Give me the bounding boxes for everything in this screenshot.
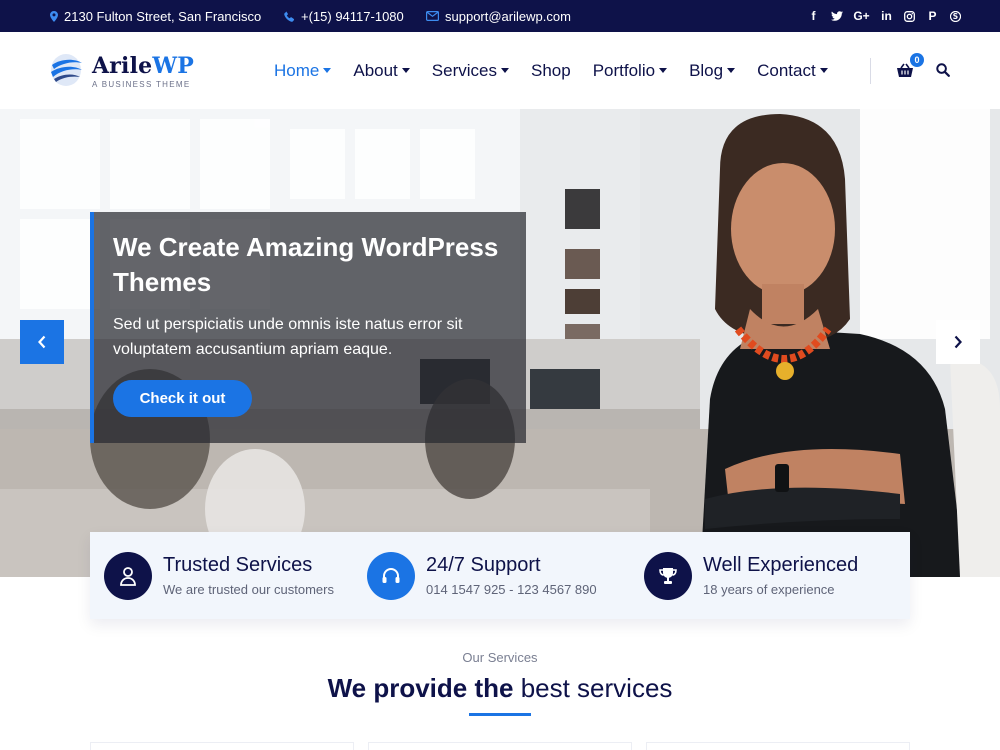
hero-title: We Create Amazing WordPress Themes xyxy=(113,232,499,297)
shopping-basket-icon xyxy=(897,63,913,77)
svg-text:S: S xyxy=(953,12,958,21)
nav-item-services[interactable]: Services xyxy=(432,61,509,81)
caret-down-icon xyxy=(500,68,509,73)
header-divider xyxy=(870,58,871,84)
trophy-icon xyxy=(659,568,677,584)
nav-item-portfolio[interactable]: Portfolio xyxy=(592,60,668,81)
phone-text: +(15) 94117-1080 xyxy=(301,8,404,24)
facebook-icon[interactable]: f xyxy=(807,10,820,22)
feature-icon-circle xyxy=(104,552,152,600)
caret-down-icon xyxy=(323,68,332,73)
nav-label: Blog xyxy=(689,60,724,80)
nav-label: Portfolio xyxy=(592,60,656,80)
map-marker-icon xyxy=(50,10,58,22)
google-plus-icon[interactable]: G+ xyxy=(853,10,870,22)
envelope-icon xyxy=(426,11,439,21)
caret-down-icon xyxy=(659,68,668,73)
feature-description: 014 1547 925 - 123 4567 890 xyxy=(426,582,597,597)
feature-description: 18 years of experience xyxy=(703,582,835,597)
nav-label: Services xyxy=(431,60,497,80)
address-info: 2130 Fulton Street, San Francisco xyxy=(50,0,261,32)
logo-name-part1: Arile xyxy=(92,53,153,79)
section-label: Our Services xyxy=(462,650,538,665)
nav-item-home[interactable]: Home xyxy=(274,60,332,81)
feature-title: Well Experienced xyxy=(703,554,859,576)
section-title-rest: best services xyxy=(520,673,673,703)
address-text: 2130 Fulton Street, San Francisco xyxy=(64,8,262,24)
phone-info: +(15) 94117-1080 xyxy=(284,0,404,32)
search-icon xyxy=(936,63,950,77)
main-nav: Home About Services Shop Portfolio Blog … xyxy=(274,32,850,109)
site-header: ArileWP A BUSINESS THEME Home About Serv… xyxy=(0,32,1000,109)
section-title-underline xyxy=(469,713,531,716)
section-title-strong: We provide the xyxy=(327,673,514,703)
headset-icon xyxy=(382,568,400,583)
twitter-icon[interactable] xyxy=(830,11,843,21)
caret-down-icon xyxy=(401,68,410,73)
cart-button[interactable]: 0 xyxy=(896,53,924,82)
slider-prev-button[interactable] xyxy=(20,320,64,364)
nav-label: About xyxy=(353,60,398,80)
email-text[interactable]: support@arilewp.com xyxy=(445,9,571,24)
phone-icon xyxy=(284,10,295,22)
logo-tagline: A BUSINESS THEME xyxy=(92,80,191,89)
service-card xyxy=(368,742,632,750)
nav-item-shop[interactable]: Shop xyxy=(531,61,571,81)
service-card xyxy=(90,742,354,750)
chevron-left-icon xyxy=(38,335,46,349)
nav-item-contact[interactable]: Contact xyxy=(757,61,828,81)
pinterest-icon[interactable]: P xyxy=(926,10,939,22)
social-links: f G+ in P S xyxy=(807,0,962,32)
feature-icon-circle xyxy=(367,552,415,600)
nav-label: Shop xyxy=(530,60,571,80)
linkedin-icon[interactable]: in xyxy=(880,10,893,22)
logo-name-part2: WP xyxy=(152,53,195,79)
hero-caption: We Create Amazing WordPress Themes Sed u… xyxy=(90,212,526,443)
user-lock-icon xyxy=(120,567,136,586)
feature-strip: Trusted Services We are trusted our cust… xyxy=(90,532,910,619)
instagram-icon[interactable] xyxy=(903,10,916,22)
nav-label: Home xyxy=(274,60,320,80)
cart-count-badge: 0 xyxy=(910,53,924,67)
service-card xyxy=(646,742,910,750)
check-it-out-button[interactable]: Check it out xyxy=(113,380,252,417)
feature-title: 24/7 Support xyxy=(426,554,541,576)
site-logo[interactable]: ArileWP A BUSINESS THEME xyxy=(50,52,194,92)
logo-swoosh-icon xyxy=(51,54,82,86)
logo-text: ArileWP xyxy=(92,53,194,79)
hero-text: Sed ut perspiciatis unde omnis iste natu… xyxy=(113,316,463,358)
caret-down-icon xyxy=(819,68,828,73)
feature-description: We are trusted our customers xyxy=(163,582,334,597)
email-info[interactable]: support@arilewp.com xyxy=(426,0,571,32)
caret-down-icon xyxy=(727,68,736,73)
slider-next-button[interactable] xyxy=(936,320,980,364)
section-title: We provide the best services xyxy=(0,673,1000,704)
feature-icon-circle xyxy=(644,552,692,600)
feature-title: Trusted Services xyxy=(163,554,313,576)
nav-item-about[interactable]: About xyxy=(353,60,410,81)
hero-slider: We Create Amazing WordPress Themes Sed u… xyxy=(0,109,1000,577)
skype-icon[interactable]: S xyxy=(949,10,962,22)
nav-item-blog[interactable]: Blog xyxy=(689,60,736,81)
nav-label: Contact xyxy=(757,60,816,80)
chevron-right-icon xyxy=(954,335,962,349)
search-button[interactable] xyxy=(936,63,952,79)
top-bar: 2130 Fulton Street, San Francisco +(15) … xyxy=(0,0,1000,32)
